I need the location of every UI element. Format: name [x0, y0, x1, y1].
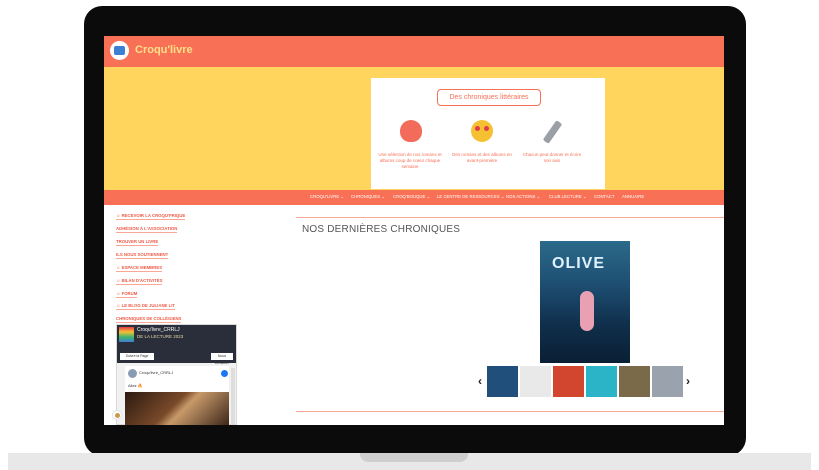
rainbow-logo-icon [119, 327, 134, 342]
cover-figure [580, 291, 594, 331]
feature-text-review: Chacun peut donner et écrire son avis [522, 152, 582, 163]
facebook-widget: Croqu'livre_CRRLJ DE LA LECTURE 2023 Sui… [116, 324, 237, 425]
post-author[interactable]: Croqu'livre_CRRLJ [139, 370, 173, 375]
book-title: OLIVE [552, 255, 606, 272]
sidebar-link-blog[interactable]: ☺ LE BLOG DE JULIANE LIT [116, 303, 176, 310]
feature-text-selection: Une sélection de nos romans et albums co… [378, 152, 442, 169]
website-screen: Croqu'livre Des chroniques littéraires U… [104, 36, 724, 425]
facebook-post: Croqu'livre_CRRLJ Allez 🔥 [125, 366, 229, 425]
facebook-cover[interactable]: Croqu'livre_CRRLJ DE LA LECTURE 2023 Sui… [117, 325, 236, 365]
carousel-thumb-3[interactable] [553, 366, 584, 397]
carousel-thumb-1[interactable] [487, 366, 518, 397]
heart-eyes-emoji-icon [471, 120, 493, 142]
sidebar-link-espace-membres[interactable]: ☺ ESPACE MEMBRES [116, 265, 163, 272]
carousel-thumb-2[interactable] [520, 366, 551, 397]
nav-item-croqbouque[interactable]: CROQ'BOUQUE ⌄ [393, 194, 430, 200]
sidebar-link-bilan[interactable]: ☺ BILAN D'ACTIVITÉS [116, 278, 163, 285]
nav-item-contact[interactable]: CONTACT [594, 194, 614, 199]
top-divider [296, 217, 724, 218]
contact-button[interactable]: Nous contacter [211, 353, 233, 365]
hero-card: Des chroniques littéraires Une sélection… [371, 78, 605, 189]
heart-icon [400, 120, 422, 142]
sidebar-link-croqufrique[interactable]: ☺ RECEVOIR LA CROQU'FRIQUE [116, 213, 186, 220]
post-text: Allez 🔥 [128, 383, 143, 388]
widget-scrollbar[interactable] [231, 368, 235, 424]
sidebar-link-trouver-livre[interactable]: TROUVER UN LIVRE [116, 239, 159, 246]
nav-item-chroniques[interactable]: CHRONIQUES ⌄ [351, 194, 385, 200]
facebook-cover-text: DE LA LECTURE 2023 [137, 334, 184, 339]
carousel-thumb-6[interactable] [652, 366, 683, 397]
carousel-next-arrow[interactable]: › [686, 374, 690, 388]
nav-item-nos-actions[interactable]: NOS ACTIONS ⌄ [506, 194, 540, 200]
site-logo-icon[interactable] [110, 41, 129, 60]
avatar[interactable] [128, 369, 137, 378]
main-navigation: CROQU'LIVRE ⌄ CHRONIQUES ⌄ CROQ'BOUQUE ⌄… [104, 190, 724, 205]
bottom-divider [296, 411, 724, 412]
pencil-icon [542, 120, 563, 144]
nav-item-annuaire[interactable]: ANNUAIRE [622, 194, 644, 199]
hero-banner: Des chroniques littéraires Une sélection… [104, 67, 724, 213]
facebook-page-name[interactable]: Croqu'livre_CRRLJ [137, 327, 180, 333]
sidebar-link-chroniques-collegiens[interactable]: CHRONIQUES DE COLLÉGIENS [116, 316, 182, 323]
slider-dot[interactable] [478, 209, 482, 213]
laptop-mockup: Croqu'livre Des chroniques littéraires U… [0, 0, 819, 470]
cookie-icon[interactable] [112, 410, 122, 420]
site-header: Croqu'livre [104, 36, 724, 67]
carousel-prev-arrow[interactable]: ‹ [478, 374, 482, 388]
sidebar-link-forum[interactable]: ☺ FORUM [116, 291, 138, 298]
sidebar-link-adhesion[interactable]: ADHÉSION À L'ASSOCIATION [116, 226, 178, 233]
laptop-notch [360, 453, 468, 462]
carousel-thumb-5[interactable] [619, 366, 650, 397]
sidebar-link-soutien[interactable]: ILS NOUS SOUTIENNENT [116, 252, 169, 259]
hero-title: Des chroniques littéraires [437, 89, 541, 106]
facebook-icon [221, 370, 228, 377]
section-title: NOS DERNIÈRES CHRONIQUES [302, 224, 461, 235]
nav-item-club-lecture[interactable]: CLUB LECTURE ⌄ [549, 194, 587, 200]
post-photo[interactable] [125, 392, 229, 425]
featured-book-cover[interactable]: OLIVE [540, 241, 630, 363]
carousel-thumb-4[interactable] [586, 366, 617, 397]
nav-item-croqulivre[interactable]: CROQU'LIVRE ⌄ [310, 194, 344, 200]
feature-text-preview: Des romans et des albums en avant-premiè… [452, 152, 512, 163]
site-title[interactable]: Croqu'livre [135, 44, 193, 56]
nav-item-centre-ressources[interactable]: LE CENTRE DE RESSOURCES ⌄ [437, 194, 504, 200]
follow-page-button[interactable]: Suivre la Page [120, 353, 154, 360]
